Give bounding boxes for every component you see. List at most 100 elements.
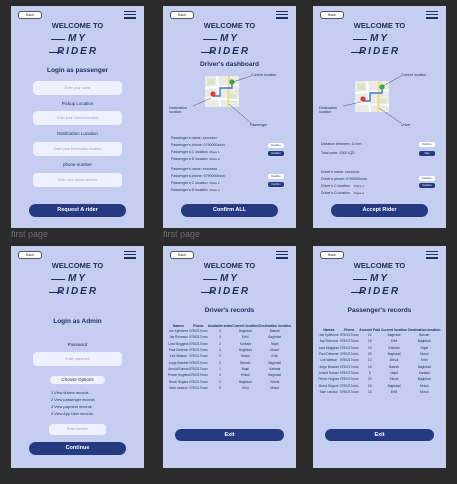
logo-my: MY [370,273,389,284]
request-passenger-phone: Passenger's phone: 0790000xxxx [171,174,225,178]
logo-rider: RIDER [208,286,251,297]
decline-request-button[interactable]: Decline [268,174,284,179]
driver-current-location: Driver's C location Place 1 [321,184,365,188]
logo-speed-line [49,292,61,293]
request-current-location: Passenger's C location Place 1 [171,181,220,185]
driver-phone-text: Driver's phone: 0790000xxxx [321,177,368,181]
logo-my: MY [68,273,87,284]
password-label: Password [67,342,88,347]
back-button[interactable]: Back [18,11,42,19]
destination-input[interactable]: Enter your Destination location [33,142,122,156]
table-header-cell: Current location [380,328,408,332]
table-cell: Mosul [270,385,279,390]
driver-dashboard-screen: Back WELCOME TO MY RIDER Driver's dashbo… [163,6,296,228]
table-cell: 3 [219,385,221,390]
table-cell: Sam Lawson [169,385,188,390]
distance-text: Distance between: 10 km [321,142,362,146]
request-passenger-phone: Passenger's phone: 0790000xxxx [171,143,225,147]
logo-speed-line [353,279,367,280]
pay-button[interactable]: Pay [419,151,435,156]
confirm-driver-button[interactable]: Confirm [419,183,435,188]
hamburger-menu-icon[interactable] [276,251,288,259]
page-title: Driver's records [204,307,255,314]
page-title: Passenger's records [347,307,412,314]
exit-button[interactable]: Exit [175,429,284,441]
table-header-cell: Current location [232,324,259,328]
caption-first-page: first page [163,229,201,239]
table-cell: 0790217xxxx [188,385,208,390]
table-row[interactable]: Sam Lawson 0790217xxxx 15 Erbil Mosul [318,389,441,395]
request-destination-location: Passenger's D location Place 2 [171,157,220,161]
caption-first-page: first page [11,229,49,239]
decline-driver-button[interactable]: Decline [419,176,435,181]
logo-speed-line [51,279,65,280]
request-passenger-name: Passenger's name: xxxxxxxx [171,167,218,171]
logo-speed-line [49,52,61,53]
welcome-heading: WELCOME TO [51,21,104,30]
hamburger-menu-icon[interactable] [124,251,136,259]
welcome-heading: WELCOME TO [203,261,256,270]
hamburger-menu-icon[interactable] [426,251,438,259]
map-pointer-lines [342,75,402,124]
table-cell: Sam Lawson [319,389,338,394]
table-cell: 0790217xxxx [339,389,359,394]
table-cell: Erbil [242,385,249,390]
destination-label: Destination Location [57,131,98,136]
welcome-heading: WELCOME TO [353,261,406,270]
passenger-records-table: Names Phone Amount Paid Current location Des… [318,328,441,395]
table-header-cell: Amount Paid [359,328,381,332]
request-destination-location: Passenger's D location Place 2 [171,188,220,192]
request-passenger-name: Passenger's name: xxxxxxxx [171,136,218,140]
welcome-heading: WELCOME TO [51,261,104,270]
logo-speed-line [201,292,213,293]
passenger-login-screen: Back WELCOME TO MY RIDER Login as passen… [11,6,144,228]
table-header-cell: Destination location [408,328,441,332]
back-button[interactable]: Back [320,251,344,259]
driver-name-text: Driver's name: xxxxxxxx [321,170,360,174]
page-title: Login as passenger [46,67,109,74]
hamburger-menu-icon[interactable] [124,11,136,19]
logo-my: MY [220,273,239,284]
phone-input[interactable]: Enter your phone number [33,173,122,187]
driver-records-table: Names Phone Available seats Current locatio… [168,324,291,391]
accept-rider-button[interactable]: Accept Rider [331,204,428,217]
back-button[interactable]: Back [18,251,42,259]
logo-my: MY [68,33,87,44]
logo-speed-line [51,39,65,40]
back-button[interactable]: Back [170,251,194,259]
admin-option-item[interactable]: 4 View App User records [51,412,93,416]
page-title: Login as Admin [53,318,102,325]
confirm-all-button[interactable]: Confirm ALL [181,204,278,217]
continue-button[interactable]: Continue [29,442,126,455]
decline-button[interactable]: Decline [419,142,435,147]
option-number-input[interactable]: Enter number [49,424,106,435]
admin-option-item[interactable]: 3 View payment records [51,405,92,409]
driver-records-screen: Back WELCOME TO MY RIDER Driver's record… [163,246,296,468]
admin-option-item[interactable]: 1 View drivers records [51,391,89,395]
confirm-request-button[interactable]: Confirm [268,151,284,156]
pickup-label: Pickup Location [61,101,94,106]
choose-options-button[interactable]: Choose Options [50,376,105,384]
price-text: Total price: 1000 IQD [321,151,355,155]
logo-rider: RIDER [56,286,99,297]
logo-rider: RIDER [358,286,401,297]
decline-request-button[interactable]: Decline [268,143,284,148]
logo-rider: RIDER [56,46,99,57]
admin-login-screen: Back WELCOME TO MY RIDER Login as Admin … [11,246,144,468]
request-rider-button[interactable]: Request A rider [29,204,126,217]
confirm-request-button[interactable]: Confirm [268,182,284,187]
phone-label: phone number [62,162,93,167]
table-row[interactable]: Sam Lawson 0790217xxxx 3 Erbil Mosul [168,385,291,391]
map-pointer-lines [192,75,252,124]
name-input[interactable]: Enter your name [33,81,122,95]
passenger-records-screen: Back WELCOME TO MY RIDER Passenger's rec… [313,246,446,468]
table-header-cell: Available seats [207,324,233,328]
logo-speed-line [203,279,217,280]
passenger-ride-screen: Back WELCOME TO MY RIDER Current locatio… [313,6,446,228]
password-input[interactable]: Enter password [33,352,122,366]
admin-option-item[interactable]: 2 View passenger records [51,398,95,402]
exit-button[interactable]: Exit [325,429,434,441]
table-header-cell: Destination location [258,324,291,328]
request-current-location: Passenger's C location Place 1 [171,150,220,154]
pickup-input[interactable]: Enter your Current location [33,111,122,125]
